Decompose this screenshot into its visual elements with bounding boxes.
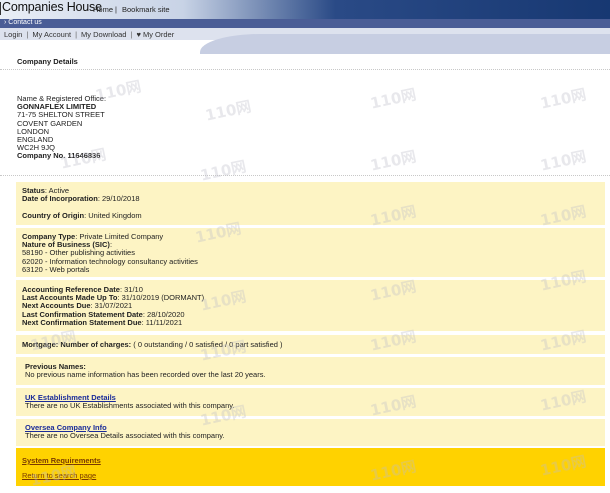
previous-names-text: No previous name information has been re…: [25, 370, 266, 380]
site-logo-text[interactable]: Companies House: [2, 0, 102, 14]
incorporation-row: Date of Incorporation: 29/10/2018: [22, 194, 140, 204]
mortgage-panel: Mortgage: Number of charges: ( 0 outstan…: [16, 335, 605, 354]
watermark: 110网: [368, 85, 418, 113]
company-type-panel: Company Type: Private Limited Company Na…: [16, 228, 605, 277]
accounts-panel: Accounting Reference Date: 31/10 Last Ac…: [16, 280, 605, 331]
oversea-panel: Oversea Company Info There are no Overse…: [16, 419, 605, 446]
my-account-link[interactable]: My Account: [32, 30, 71, 39]
company-number: Company No. 11646836: [17, 151, 101, 161]
divider: [0, 175, 610, 176]
watermark: 110网: [203, 97, 253, 125]
previous-names-panel: Previous Names: No previous name informa…: [16, 357, 605, 385]
sub-header-bar: › Contact us: [0, 19, 610, 28]
divider: [0, 69, 610, 70]
page-title: Company Details: [17, 57, 78, 66]
header-links: Home | Bookmark site: [93, 5, 170, 14]
registered-office-block: Name & Registered Office: GONNAFLEX LIMI…: [17, 94, 106, 161]
my-order-link[interactable]: ♥ My Order: [136, 30, 174, 39]
oversea-text: There are no Oversea Details associated …: [25, 431, 225, 441]
sic-code: 63120 - Web portals: [22, 264, 90, 274]
footer-panel: System Requirements Return to search pag…: [16, 448, 605, 486]
system-requirements-link[interactable]: System Requirements: [22, 456, 101, 465]
uk-establishment-panel: UK Establishment Details There are no UK…: [16, 388, 605, 416]
origin-row: Country of Origin: United Kingdom: [22, 211, 142, 221]
top-header-bar: Companies House Home | Bookmark site: [0, 0, 610, 19]
brand-divider: [0, 2, 1, 15]
header-swoosh-decoration: [200, 34, 610, 54]
mortgage-row: Mortgage: Number of charges: ( 0 outstan…: [22, 340, 283, 349]
login-link[interactable]: Login: [4, 30, 22, 39]
uk-establishment-text: There are no UK Establishments associate…: [25, 401, 235, 411]
home-link[interactable]: Home: [93, 5, 113, 14]
watermark: 110网: [538, 147, 588, 175]
bookmark-site-link[interactable]: Bookmark site: [122, 5, 170, 14]
return-to-search-link[interactable]: Return to search page: [22, 471, 96, 480]
watermark: 110网: [368, 147, 418, 175]
my-download-link[interactable]: My Download: [81, 30, 126, 39]
status-panel: Status: Active Date of Incorporation: 29…: [16, 182, 605, 225]
next-confirmation-row: Next Confirmation Statement Due: 11/11/2…: [22, 317, 183, 327]
watermark: 110网: [538, 85, 588, 113]
contact-us-link[interactable]: › Contact us: [4, 19, 42, 26]
